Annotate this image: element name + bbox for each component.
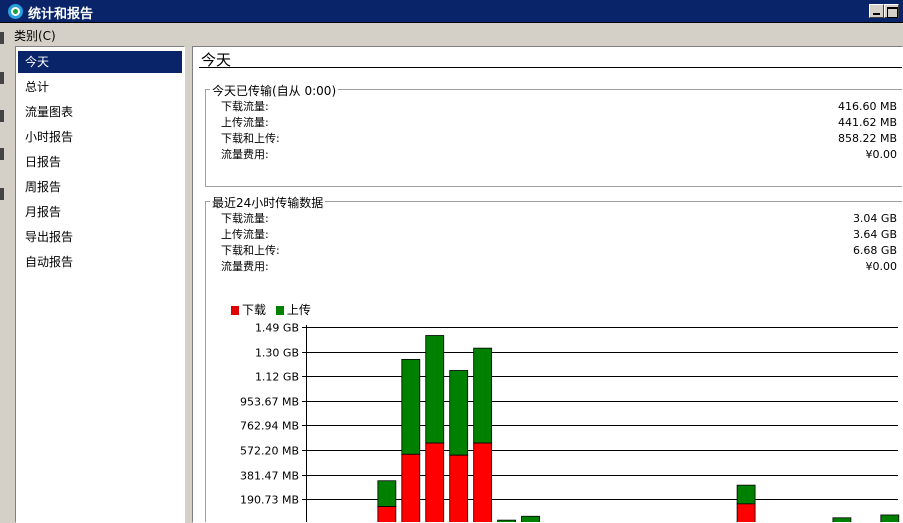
report-panel: 今天 今天已传输(自从 0:00) 下载流量: 416.60 MB 上传流量: … [192, 46, 903, 523]
edge-mark [0, 148, 4, 160]
sidebar-item-weekly-report[interactable]: 周报告 [18, 176, 182, 198]
y-tick-label: 572.20 MB [240, 445, 299, 458]
bar-upload [736, 484, 756, 505]
edge-mark [0, 32, 4, 44]
bar-download [449, 454, 469, 522]
bar-upload [473, 347, 493, 444]
bar-download [736, 503, 756, 522]
sidebar-item-auto-report[interactable]: 自动报告 [18, 251, 182, 273]
edge-mark [0, 188, 4, 200]
menu-bar: 类别(C) [0, 24, 903, 44]
sidebar-item-export-report[interactable]: 导出报告 [18, 226, 182, 248]
menu-category[interactable]: 类别(C) [14, 27, 56, 44]
edge-mark [0, 72, 4, 84]
bar-download [401, 453, 421, 522]
bar-upload [377, 480, 397, 507]
window-title: 统计和报告 [28, 7, 94, 22]
traffic-bar-chart: 190.73 MB 381.47 MB 572.20 MB 762.94 MB 953.… [240, 322, 900, 522]
bar-upload [521, 515, 540, 522]
y-tick-label: 190.73 MB [240, 494, 299, 507]
y-tick-label: 1.12 GB [255, 371, 299, 384]
y-tick-label: 381.47 MB [240, 470, 299, 483]
background-window-edge [0, 30, 6, 523]
y-tick-label: 762.94 MB [240, 420, 299, 433]
bar-download [425, 442, 445, 522]
app-icon [8, 4, 23, 19]
sidebar-item-total[interactable]: 总计 [18, 76, 182, 98]
bar-upload [880, 514, 900, 522]
bar-upload [832, 517, 852, 522]
y-tick-label: 953.67 MB [240, 396, 299, 409]
sidebar-item-monthly-report[interactable]: 月报告 [18, 201, 182, 223]
y-tick-label: 1.30 GB [255, 347, 299, 360]
sidebar-item-today[interactable]: 今天 [18, 51, 182, 73]
edge-mark [0, 110, 4, 122]
maximize-button[interactable] [884, 4, 899, 18]
sidebar-item-traffic-chart[interactable]: 流量图表 [18, 101, 182, 123]
title-bar: 统计和报告 [0, 0, 903, 23]
bar-download [473, 442, 493, 522]
minimize-button[interactable] [869, 4, 884, 18]
category-list[interactable]: 今天 总计 流量图表 小时报告 日报告 周报告 月报告 导出报告 自动报告 [15, 46, 185, 523]
y-tick-label: 1.49 GB [255, 322, 299, 335]
sidebar-item-daily-report[interactable]: 日报告 [18, 151, 182, 173]
bar-upload [401, 358, 421, 455]
bar-download [377, 506, 397, 522]
bar-upload [425, 335, 445, 444]
sidebar-item-hourly-report[interactable]: 小时报告 [18, 126, 182, 148]
bar-upload [449, 370, 469, 456]
